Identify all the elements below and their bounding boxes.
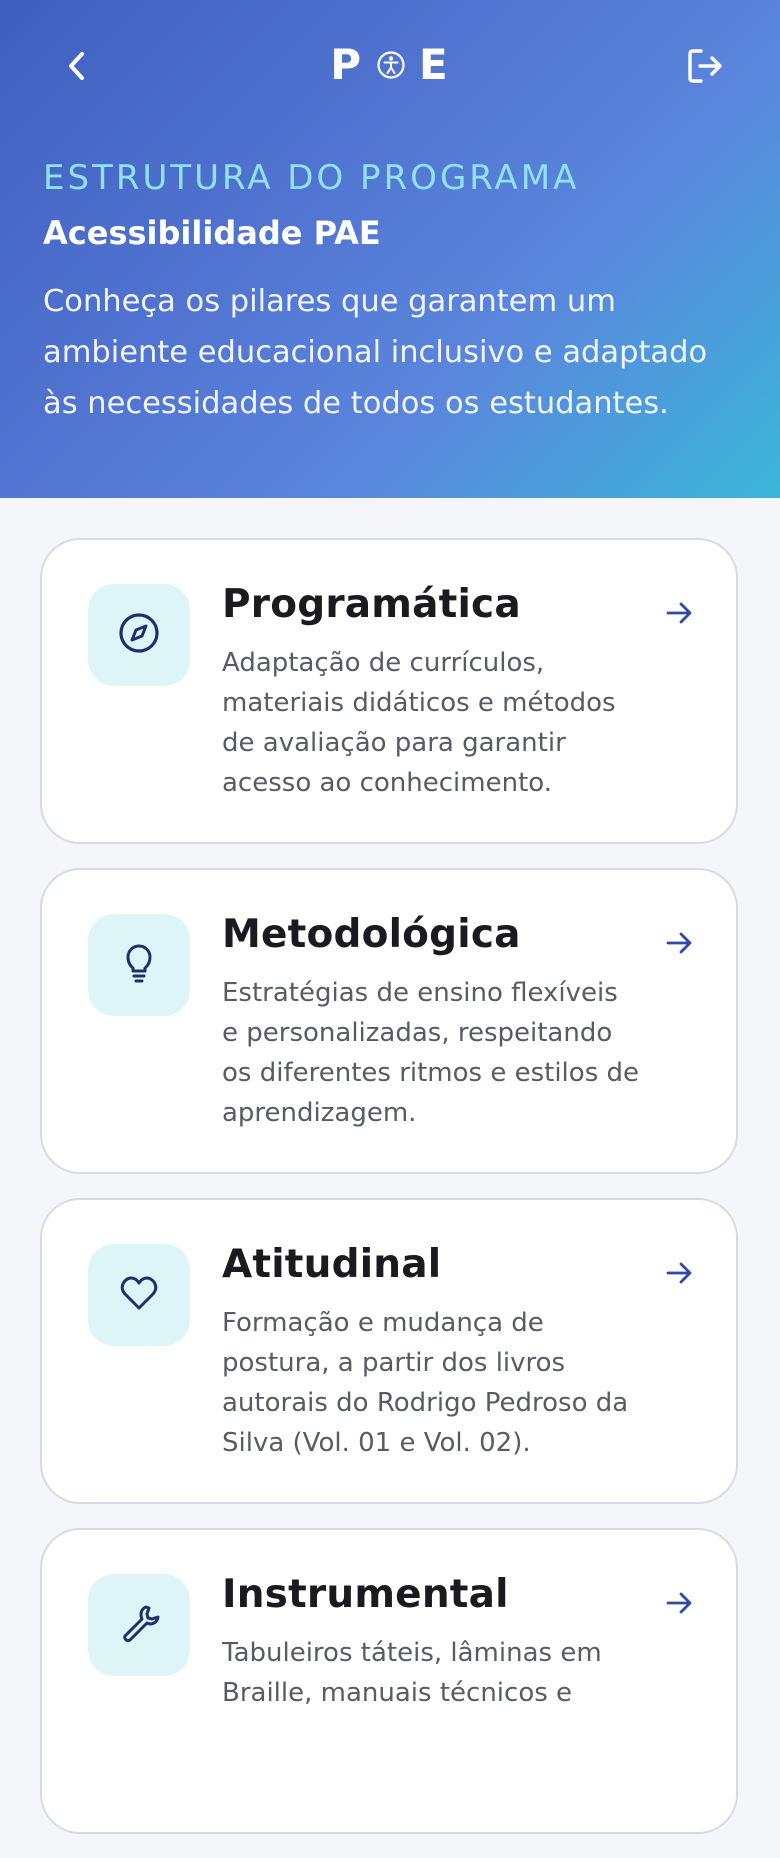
arrow-right-icon[interactable] <box>662 1256 696 1290</box>
lightbulb-icon <box>117 941 161 989</box>
top-bar: P E <box>0 38 780 98</box>
card-icon-container <box>88 1244 190 1346</box>
card-icon-container <box>88 914 190 1016</box>
compass-icon <box>117 611 161 659</box>
accessibility-icon <box>377 50 405 79</box>
card-programatica[interactable]: Programática Adaptação de currículos, ma… <box>40 538 738 844</box>
logout-button[interactable] <box>680 44 730 92</box>
card-title: Instrumental <box>222 1572 509 1617</box>
pillar-card-list: Programática Adaptação de currículos, ma… <box>40 538 740 1858</box>
card-icon-container <box>88 584 190 686</box>
wrench-icon <box>117 1601 161 1649</box>
logo-letter-e: E <box>419 40 450 89</box>
arrow-right-icon[interactable] <box>662 1586 696 1620</box>
card-title: Programática <box>222 582 521 627</box>
arrow-right-icon[interactable] <box>662 926 696 960</box>
app-logo: P E <box>0 40 780 89</box>
card-metodologica[interactable]: Metodológica Estratégias de ensino flexí… <box>40 868 738 1174</box>
card-description: Formação e mudança de postura, a partir … <box>222 1308 629 1458</box>
page-description: Conheça os pilares que garantem um ambie… <box>43 284 708 421</box>
logo-letter-p: P <box>330 40 364 89</box>
page-title: Acessibilidade PAE <box>43 214 381 252</box>
section-eyebrow: ESTRUTURA DO PROGRAMA <box>43 158 580 198</box>
card-icon-container <box>88 1574 190 1676</box>
card-description: Tabuleiros táteis, lâminas em Braille, m… <box>222 1638 602 1708</box>
logout-icon <box>685 46 725 90</box>
hero-header: P E ESTRUTURA DO PROGRAMA Acessibilidade <box>0 0 780 498</box>
arrow-right-icon[interactable] <box>662 596 696 630</box>
card-instrumental[interactable]: Instrumental Tabuleiros táteis, lâminas … <box>40 1528 738 1834</box>
heart-icon <box>117 1271 161 1319</box>
card-description: Estratégias de ensino flexíveis e person… <box>222 978 640 1128</box>
card-atitudinal[interactable]: Atitudinal Formação e mudança de postura… <box>40 1198 738 1504</box>
card-description: Adaptação de currículos, materiais didát… <box>222 648 616 798</box>
card-title: Metodológica <box>222 912 521 957</box>
card-title: Atitudinal <box>222 1242 442 1287</box>
